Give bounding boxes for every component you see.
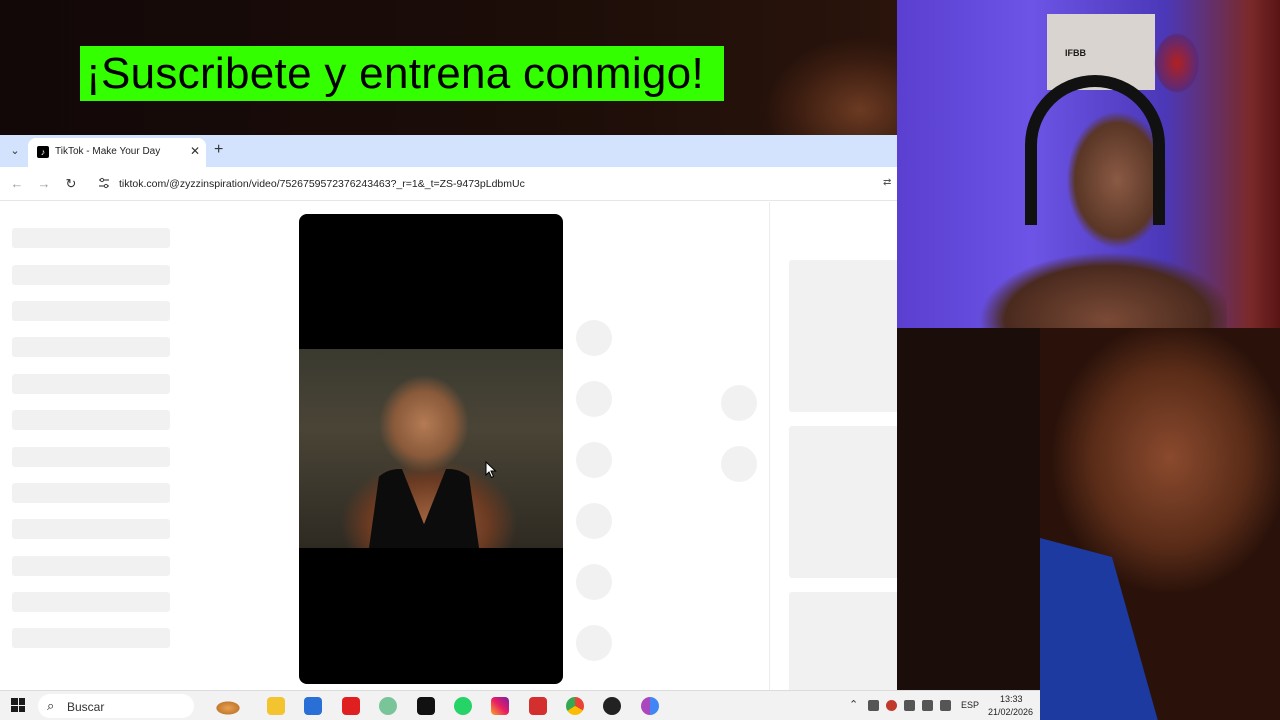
headset xyxy=(1025,75,1165,225)
url-text: tiktok.com/@zyzzinspiration/video/752675… xyxy=(119,178,525,190)
speaker-icon[interactable] xyxy=(940,700,951,711)
widgets-icon[interactable] xyxy=(204,695,248,717)
nav-arrow-placeholder[interactable] xyxy=(721,446,757,482)
tray-app-icon[interactable] xyxy=(868,700,879,711)
windows-taskbar: ⌕ Buscar ⌃ ESP 13:33 21/02/2026 xyxy=(0,690,1040,720)
webcam-overlay: IFBB xyxy=(897,0,1280,328)
skeleton-nav-item xyxy=(12,519,170,539)
action-button-placeholder[interactable] xyxy=(576,320,612,356)
tab-strip: ⌄ ♪ TikTok - Make Your Day ✕ + xyxy=(0,135,897,167)
action-button-placeholder[interactable] xyxy=(576,381,612,417)
video-editor-icon[interactable] xyxy=(342,697,360,715)
chrome-icon[interactable] xyxy=(566,697,584,715)
skeleton-nav-item xyxy=(12,483,170,503)
tab-tiktok[interactable]: ♪ TikTok - Make Your Day ✕ xyxy=(28,138,206,167)
video-frame xyxy=(299,349,563,548)
search-label: Buscar xyxy=(67,700,105,714)
instagram-icon[interactable] xyxy=(491,697,509,715)
microsoft-store-icon[interactable] xyxy=(304,697,322,715)
taskbar-search[interactable]: ⌕ Buscar xyxy=(38,694,194,718)
input-language[interactable]: ESP xyxy=(961,700,979,710)
skeleton-thumbnail xyxy=(789,260,897,412)
skeleton-nav-item xyxy=(12,301,170,321)
skeleton-nav-item xyxy=(12,374,170,394)
browser-toolbar: ← → ↻ tiktok.com/@zyzzinspiration/video/… xyxy=(0,167,897,201)
recorder-icon[interactable] xyxy=(529,697,547,715)
subscribe-banner: ¡Suscribete y entrena conmigo! xyxy=(80,46,724,101)
file-explorer-icon[interactable] xyxy=(267,697,285,715)
video-subject xyxy=(369,469,479,548)
tab-search-chevron-icon[interactable]: ⌄ xyxy=(6,143,24,159)
column-divider xyxy=(769,202,770,690)
action-button-placeholder[interactable] xyxy=(576,625,612,661)
nav-arrow-placeholder[interactable] xyxy=(721,385,757,421)
arm-camera-overlay xyxy=(1040,328,1280,720)
mouse-cursor-icon xyxy=(485,461,497,479)
new-tab-plus-icon[interactable]: + xyxy=(214,142,223,158)
action-button-placeholder[interactable] xyxy=(576,442,612,478)
whatsapp-icon[interactable] xyxy=(454,697,472,715)
forward-arrow-icon[interactable]: → xyxy=(35,175,53,193)
ifbb-logo: IFBB xyxy=(1065,48,1086,58)
skeleton-nav-item xyxy=(12,337,170,357)
action-button-placeholder[interactable] xyxy=(576,503,612,539)
address-bar[interactable]: tiktok.com/@zyzzinspiration/video/752675… xyxy=(92,171,897,197)
tab-close-icon[interactable]: ✕ xyxy=(190,144,200,158)
clock-date[interactable]: 21/02/2026 xyxy=(988,707,1033,717)
tray-overflow-chevron-icon[interactable]: ⌃ xyxy=(849,698,858,711)
battery-icon[interactable] xyxy=(922,700,933,711)
whatsapp-beta-icon[interactable] xyxy=(379,697,397,715)
skeleton-thumbnail xyxy=(789,592,897,690)
reload-icon[interactable]: ↻ xyxy=(62,175,80,193)
microphone-icon[interactable] xyxy=(904,700,915,711)
tab-title: TikTok - Make Your Day xyxy=(55,146,161,157)
video-player[interactable] xyxy=(299,214,563,684)
skeleton-nav-item xyxy=(12,410,170,430)
skeleton-nav-item xyxy=(12,447,170,467)
search-icon: ⌕ xyxy=(47,698,55,713)
skeleton-nav-item xyxy=(12,265,170,285)
skeleton-nav-item xyxy=(12,592,170,612)
back-arrow-icon[interactable]: ← xyxy=(8,175,26,193)
action-button-placeholder[interactable] xyxy=(576,564,612,600)
browser-window: ⌄ ♪ TikTok - Make Your Day ✕ + ← → ↻ tik… xyxy=(0,135,897,690)
tray-security-icon[interactable] xyxy=(886,700,897,711)
skeleton-nav-item xyxy=(12,228,170,248)
translate-icon[interactable]: ⇄ xyxy=(883,177,895,189)
tank-top xyxy=(1040,538,1160,720)
obs-icon[interactable] xyxy=(603,697,621,715)
chrome-profile-icon[interactable] xyxy=(641,697,659,715)
capcut-icon[interactable] xyxy=(417,697,435,715)
tiktok-favicon-icon: ♪ xyxy=(37,146,49,158)
windows-start-icon[interactable] xyxy=(11,698,25,712)
clock-time[interactable]: 13:33 xyxy=(1000,694,1023,704)
skeleton-nav-item xyxy=(12,556,170,576)
skeleton-nav-item xyxy=(12,628,170,648)
site-settings-icon[interactable] xyxy=(98,177,110,189)
skeleton-thumbnail xyxy=(789,426,897,578)
